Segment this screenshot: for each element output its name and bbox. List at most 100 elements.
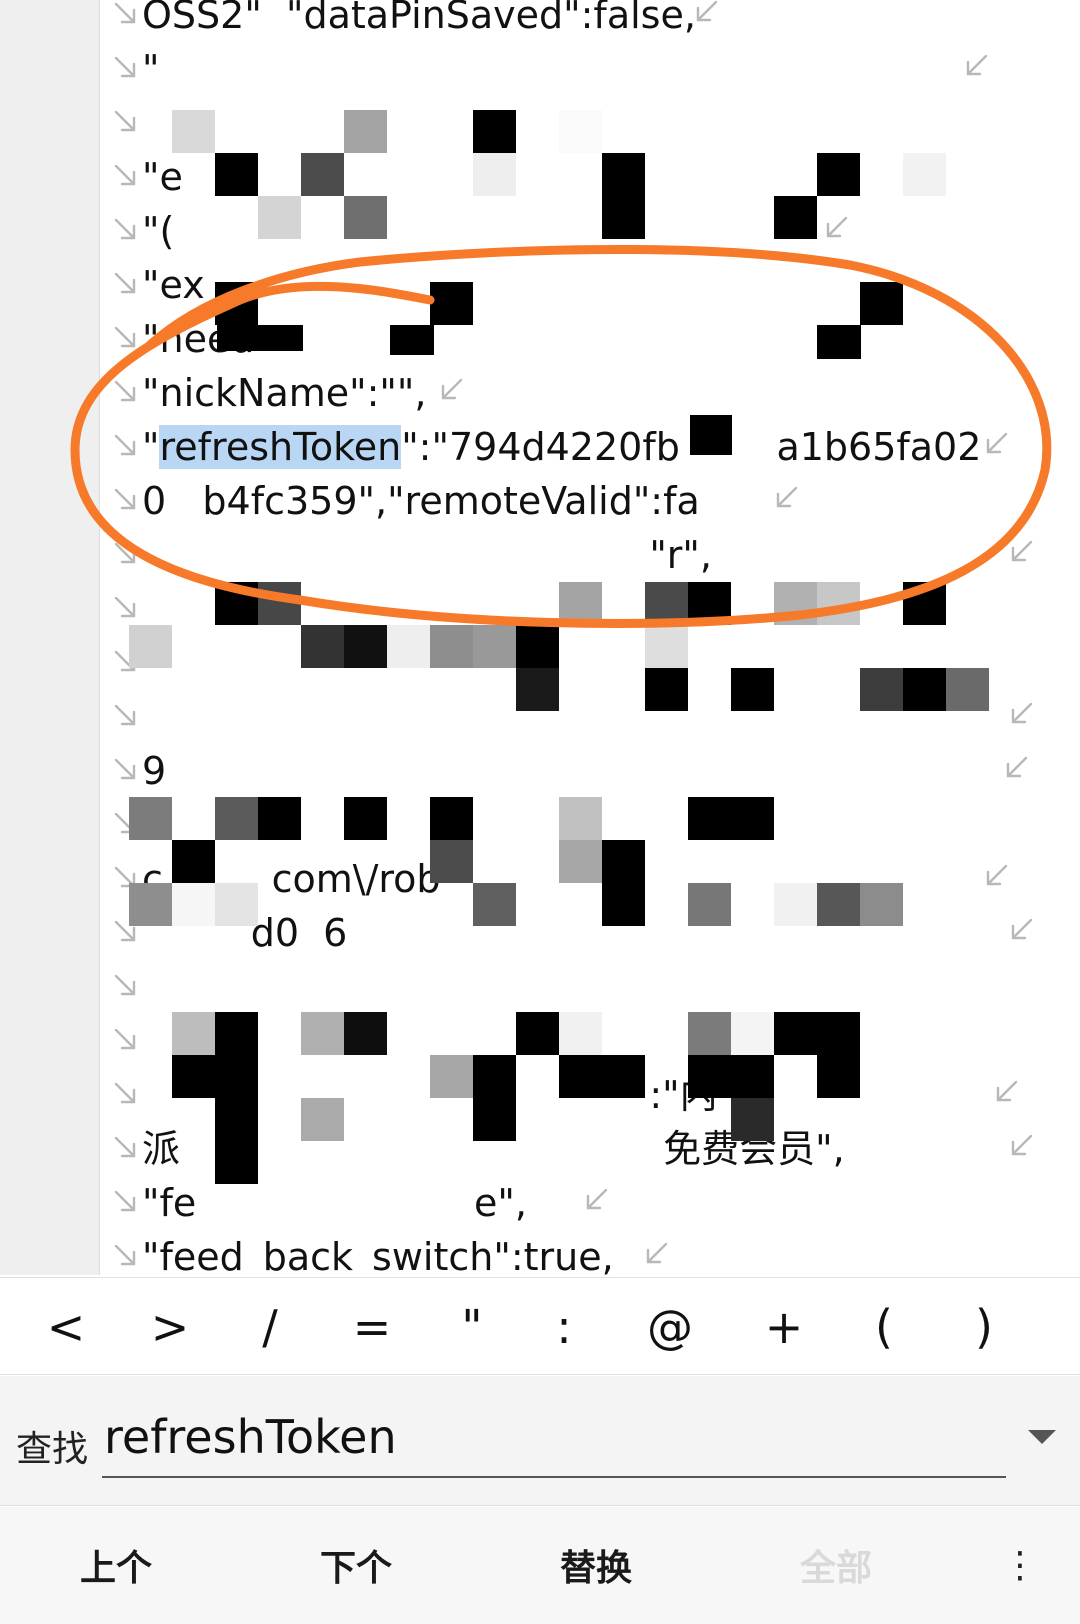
pixelation-block — [215, 1098, 258, 1141]
replace-all-button[interactable]: 全部 — [756, 1537, 916, 1593]
pixelation-block — [473, 110, 516, 153]
wrap-arrow-icon — [112, 216, 142, 246]
symbol-close-paren-button[interactable]: ) — [944, 1278, 1024, 1376]
pixelation-block — [688, 883, 731, 926]
symbol-slash-button[interactable]: / — [230, 1278, 310, 1376]
line-gutter — [0, 0, 100, 1275]
pixelation-block — [344, 196, 387, 239]
symbol-plus-button[interactable]: + — [744, 1278, 824, 1376]
wrap-end-icon — [990, 1078, 1020, 1108]
wrap-arrow-icon — [112, 162, 142, 192]
pixelation-block — [860, 668, 903, 711]
pixelation-block — [602, 153, 645, 196]
find-action-bar: 上个 下个 替换 全部 ⋮ — [0, 1507, 1080, 1624]
pixelation-block — [774, 1012, 817, 1055]
more-options-icon[interactable]: ⋮ — [1000, 1537, 1040, 1593]
find-input[interactable] — [102, 1398, 1006, 1478]
pixelation-block — [688, 1012, 731, 1055]
code-line: "( — [100, 206, 1080, 260]
pixelation-block — [817, 153, 860, 196]
symbol-quote-button[interactable]: " — [432, 1278, 512, 1376]
pixelation-block — [172, 110, 215, 153]
pixelation-block — [731, 668, 774, 711]
pixelation-block — [946, 668, 989, 711]
pixelation-block — [602, 1055, 645, 1098]
pixelation-block — [602, 196, 645, 239]
pixelation-block — [688, 582, 731, 625]
code-line-text: "( — [142, 209, 175, 253]
code-editor[interactable]: OSS2" "dataPinSaved":false, " "e "("ex "need… — [0, 0, 1080, 1275]
symbol-toolbar: < > / = " : @ + ( ) — [0, 1277, 1080, 1375]
symbol-less-than-button[interactable]: < — [26, 1278, 106, 1376]
pixelation-block — [860, 282, 903, 325]
pixelation-block — [172, 840, 215, 883]
pixelation-block — [645, 625, 688, 668]
code-line-text: "ex — [142, 263, 205, 307]
code-line — [100, 962, 1080, 1016]
pixelation-block — [559, 110, 602, 153]
pixelation-block — [258, 797, 301, 840]
code-line: "r", — [100, 530, 1080, 584]
wrap-arrow-icon — [112, 1026, 142, 1056]
dropdown-arrow-icon[interactable] — [1022, 1416, 1062, 1456]
pixelation-block — [516, 1012, 559, 1055]
pixelation-block — [129, 625, 172, 668]
pixelation-block — [215, 153, 258, 196]
find-label: 查找 — [16, 1429, 89, 1470]
pixelation-block — [559, 582, 602, 625]
symbol-greater-than-button[interactable]: > — [130, 1278, 210, 1376]
pixelation-block — [215, 1141, 258, 1184]
pixelation-block — [516, 625, 559, 668]
pixelation-block — [602, 883, 645, 926]
pixelation-block — [430, 282, 473, 325]
pixelation-block — [129, 797, 172, 840]
wrap-arrow-icon — [112, 270, 142, 300]
wrap-end-icon — [1005, 538, 1035, 568]
pixelation-block — [559, 1055, 602, 1098]
pixelation-block — [344, 797, 387, 840]
wrap-arrow-icon — [112, 54, 142, 84]
code-line: "nickName":"", — [100, 368, 1080, 422]
redaction-bar — [817, 325, 861, 359]
pixelation-block — [172, 883, 215, 926]
code-line-text: " — [142, 47, 160, 91]
pixelation-block — [430, 1055, 473, 1098]
pixelation-block — [301, 625, 344, 668]
pixelation-block — [774, 883, 817, 926]
code-line-text: "fe e", — [142, 1181, 527, 1225]
wrap-end-icon — [1005, 700, 1035, 730]
pixelation-block — [688, 1055, 731, 1098]
pixelation-block — [817, 1055, 860, 1098]
code-area[interactable]: OSS2" "dataPinSaved":false, " "e "("ex "need… — [100, 0, 1080, 1275]
code-line: " — [100, 44, 1080, 98]
wrap-arrow-icon — [112, 756, 142, 786]
redaction-bar — [217, 325, 303, 351]
pixelation-block — [473, 153, 516, 196]
wrap-arrow-icon — [112, 1080, 142, 1110]
code-line-text: 9 — [142, 749, 167, 793]
wrap-end-icon — [1000, 754, 1030, 784]
pixelation-block — [645, 668, 688, 711]
pixelation-block — [344, 110, 387, 153]
search-match-highlight: refreshToken — [159, 425, 402, 469]
pixelation-block — [215, 582, 258, 625]
symbol-at-button[interactable]: @ — [630, 1278, 710, 1376]
pixelation-block — [301, 1012, 344, 1055]
pixelation-block — [473, 883, 516, 926]
pixelation-block — [473, 1055, 516, 1098]
replace-button[interactable]: 替换 — [516, 1537, 676, 1593]
wrap-arrow-icon — [112, 594, 142, 624]
code-line: "fe e", — [100, 1178, 1080, 1232]
wrap-arrow-icon — [112, 0, 142, 30]
wrap-arrow-icon — [112, 972, 142, 1002]
pixelation-block — [301, 153, 344, 196]
pixelation-block — [473, 1098, 516, 1141]
pixelation-block — [731, 1012, 774, 1055]
previous-match-button[interactable]: 上个 — [36, 1537, 196, 1593]
symbol-equals-button[interactable]: = — [332, 1278, 412, 1376]
symbol-colon-button[interactable]: : — [524, 1278, 604, 1376]
symbol-open-paren-button[interactable]: ( — [844, 1278, 924, 1376]
next-match-button[interactable]: 下个 — [276, 1537, 436, 1593]
code-line: 0 b4fc359","remoteValid":fa — [100, 476, 1080, 530]
wrap-end-icon — [640, 1240, 670, 1270]
